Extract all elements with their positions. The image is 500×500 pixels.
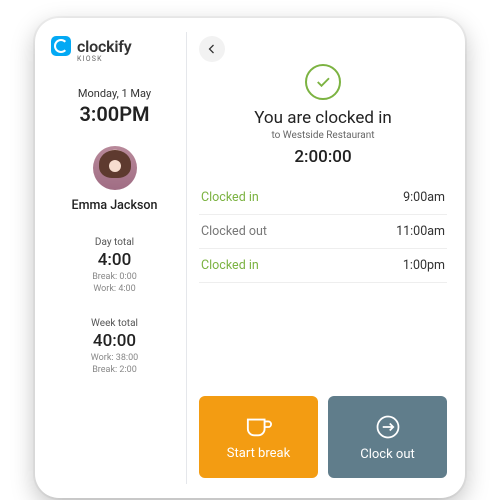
kiosk-frame: clockify KIOSK Monday, 1 May 3:00PM Emma… xyxy=(35,18,465,498)
arrow-left-icon xyxy=(206,43,218,55)
log-time: 9:00am xyxy=(403,190,445,205)
day-total-value: 4:00 xyxy=(51,250,178,270)
week-total-block: Week total 40:00 Work: 38:00 Break: 2:00 xyxy=(51,318,178,375)
user-name: Emma Jackson xyxy=(51,198,178,213)
week-total-label: Week total xyxy=(51,318,178,329)
status-title: You are clocked in xyxy=(199,108,447,128)
day-break: Break: 0:00 xyxy=(51,272,178,282)
date-block: Monday, 1 May 3:00PM xyxy=(51,87,178,126)
start-break-button[interactable]: Start break xyxy=(199,396,318,478)
avatar xyxy=(93,146,137,190)
log-label: Clocked in xyxy=(201,258,259,273)
sidebar: clockify KIOSK Monday, 1 May 3:00PM Emma… xyxy=(49,32,187,484)
status-subtitle: to Westside Restaurant xyxy=(199,130,447,141)
week-break: Break: 2:00 xyxy=(51,365,178,375)
status-hero: You are clocked in to Westside Restauran… xyxy=(199,64,447,167)
main-panel: You are clocked in to Westside Restauran… xyxy=(187,32,451,484)
exit-icon xyxy=(374,413,402,441)
log-label: Clocked in xyxy=(201,190,259,205)
action-bar: Start break Clock out xyxy=(199,396,447,480)
log-time: 1:00pm xyxy=(403,258,445,273)
day-total-label: Day total xyxy=(51,237,178,248)
back-button[interactable] xyxy=(199,36,225,62)
clock-out-button[interactable]: Clock out xyxy=(328,396,447,478)
log-row: Clocked out 11:00am xyxy=(199,215,447,249)
coffee-icon xyxy=(244,414,274,440)
brand: clockify xyxy=(51,36,178,56)
activity-log: Clocked in 9:00am Clocked out 11:00am Cl… xyxy=(199,181,447,283)
day-total-block: Day total 4:00 Break: 0:00 Work: 4:00 xyxy=(51,237,178,294)
start-break-label: Start break xyxy=(227,446,290,461)
brand-subtitle: KIOSK xyxy=(77,55,178,63)
current-time: 3:00PM xyxy=(51,102,178,126)
brand-name: clockify xyxy=(77,37,132,56)
week-work: Work: 38:00 xyxy=(51,353,178,363)
day-work: Work: 4:00 xyxy=(51,284,178,294)
check-circle-icon xyxy=(305,64,341,100)
log-time: 11:00am xyxy=(396,224,445,239)
log-label: Clocked out xyxy=(201,224,267,239)
week-total-value: 40:00 xyxy=(51,331,178,351)
date-label: Monday, 1 May xyxy=(51,87,178,100)
status-elapsed: 2:00:00 xyxy=(199,147,447,167)
log-row: Clocked in 1:00pm xyxy=(199,249,447,283)
brand-logo-icon xyxy=(51,36,71,56)
clock-out-label: Clock out xyxy=(360,447,415,462)
log-row: Clocked in 9:00am xyxy=(199,181,447,215)
